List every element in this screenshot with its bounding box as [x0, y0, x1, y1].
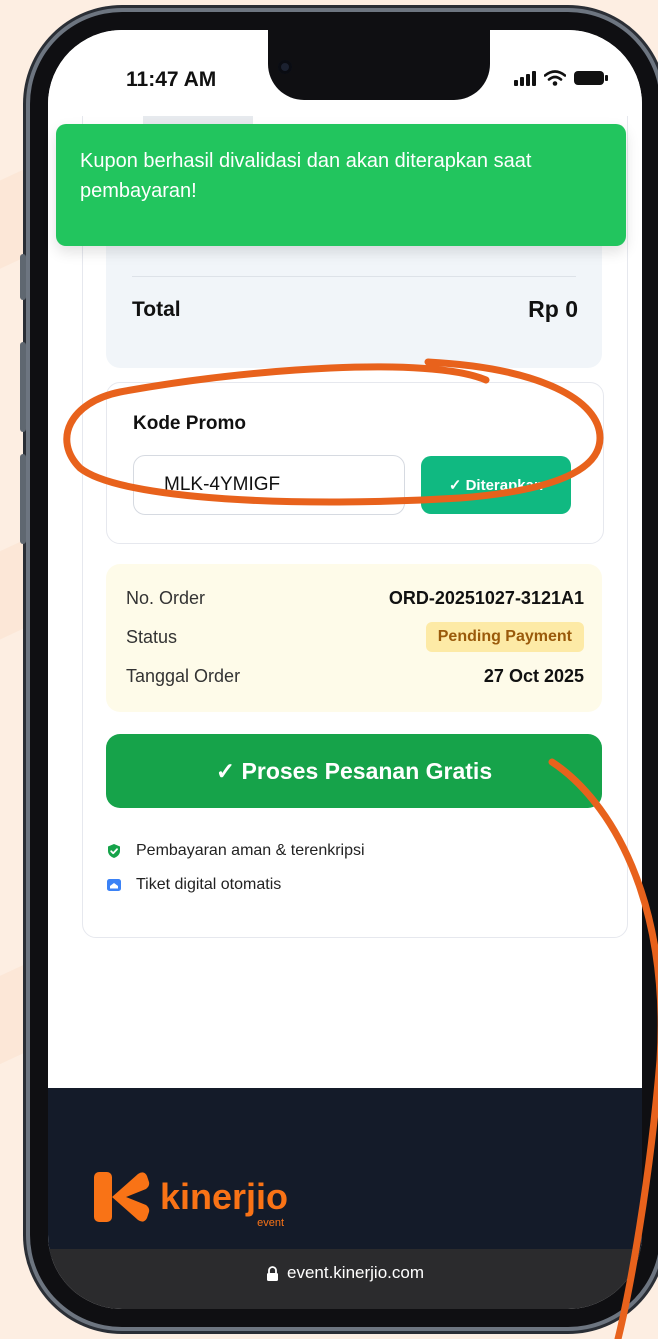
battery-icon — [574, 71, 608, 85]
browser-url-bar[interactable]: event.kinerjio.com — [48, 1249, 642, 1309]
feature-item: Pembayaran aman & terenkripsi — [106, 834, 365, 868]
status-time: 11:47 AM — [126, 68, 217, 91]
feature-item: Tiket digital otomatis — [106, 868, 365, 902]
phone-volume-up-button — [20, 342, 26, 432]
cellular-signal-icon — [514, 70, 536, 86]
camera-icon — [278, 60, 292, 74]
order-date-label: Tanggal Order — [126, 665, 241, 686]
order-number-row: No. Order ORD-20251027-3121A1 — [126, 584, 584, 612]
status-badge: Pending Payment — [425, 622, 584, 652]
order-number-value: ORD-20251027-3121A1 — [388, 587, 584, 608]
order-info-card: No. Order ORD-20251027-3121A1 Status Pen… — [106, 564, 602, 712]
promo-code-input[interactable] — [133, 455, 405, 515]
order-number-label: No. Order — [126, 587, 206, 608]
status-bar: 11:47 AM — [48, 30, 642, 116]
brand-name: kinerjio event — [160, 1176, 289, 1229]
order-date-row: Tanggal Order 27 Oct 2025 — [126, 662, 584, 690]
promo-applied-button[interactable]: ✓ Diterapkan — [421, 456, 571, 514]
feature-list: Pembayaran aman & terenkripsi Tiket digi… — [106, 834, 365, 902]
ticket-icon — [107, 879, 121, 891]
browser-url[interactable]: event.kinerjio.com — [48, 1263, 642, 1283]
order-status-label: Status — [126, 626, 178, 647]
lock-icon — [266, 1265, 278, 1281]
system-icons — [514, 70, 608, 86]
kinerjio-logo-icon — [94, 1172, 150, 1222]
process-free-order-button[interactable]: ✓ Proses Pesanan Gratis — [106, 734, 602, 808]
wifi-icon — [544, 70, 566, 86]
shield-check-icon — [108, 844, 120, 858]
brand-logo[interactable]: kinerjio event — [92, 1170, 289, 1229]
dynamic-island — [268, 30, 490, 100]
coupon-success-toast: Kupon berhasil divalidasi dan akan diter… — [56, 124, 626, 246]
order-date-value: 27 Oct 2025 — [483, 665, 584, 686]
feature-text: Tiket digital otomatis — [136, 876, 282, 893]
total-label: Total — [132, 298, 181, 321]
toast-message: Kupon berhasil divalidasi dan akan diter… — [80, 150, 532, 202]
order-status-row: Status Pending Payment — [126, 622, 584, 652]
feature-text: Pembayaran aman & terenkripsi — [136, 842, 365, 859]
url-text: event.kinerjio.com — [286, 1263, 424, 1282]
brand-subtitle: event — [257, 1217, 285, 1229]
phone-volume-down-button — [20, 454, 26, 544]
summary-divider — [132, 276, 576, 277]
total-value: Rp 0 — [528, 296, 578, 322]
phone-side-button — [20, 254, 26, 300]
promo-code-card: Kode Promo ✓ Diterapkan — [106, 382, 604, 544]
promo-code-label: Kode Promo — [133, 413, 246, 434]
